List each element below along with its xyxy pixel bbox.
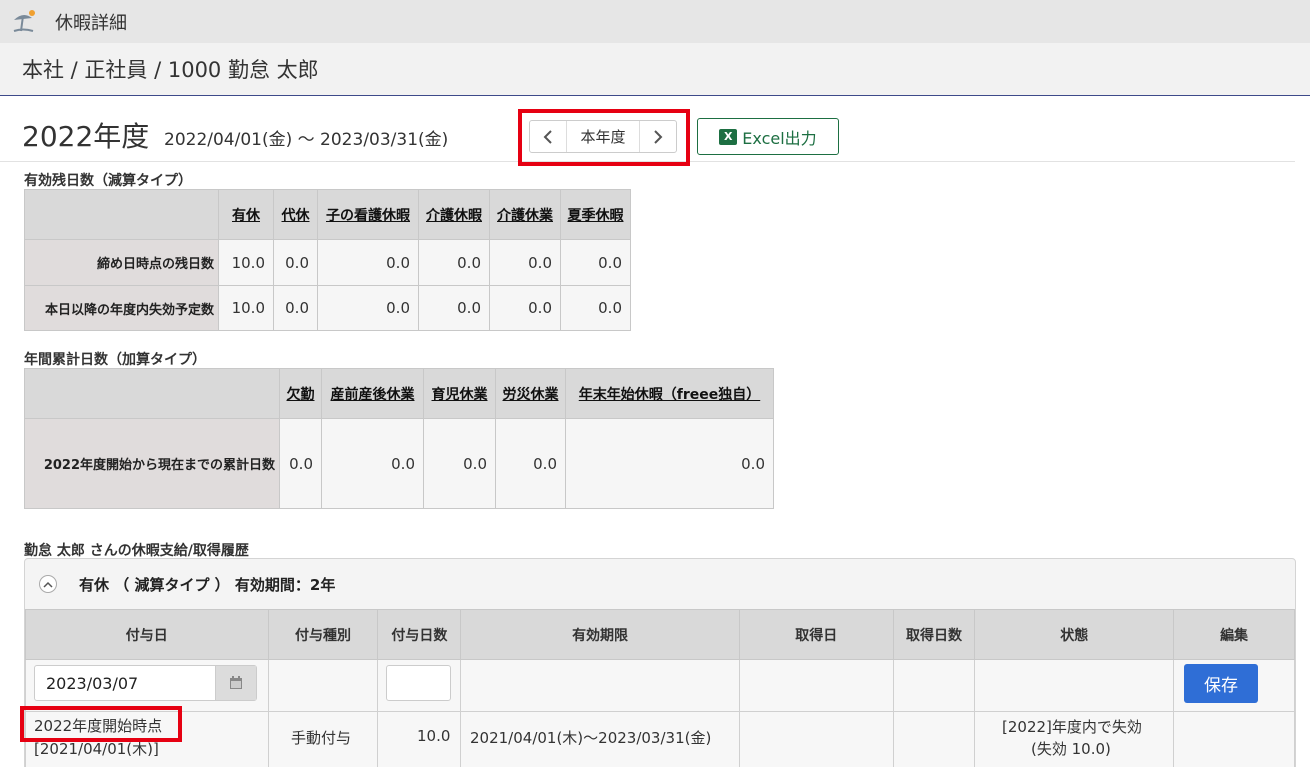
col-header: 取得日 [738,609,894,660]
grant-days-input[interactable] [386,665,451,701]
col-header[interactable]: 介護休暇 [418,189,490,240]
col-header: 付与種別 [267,609,379,660]
col-header[interactable]: 代休 [273,189,318,240]
col-header[interactable]: 年末年始休暇（freee独自） [565,368,774,419]
fiscal-year-title: 2022年度 [22,120,150,153]
cumulative-corner [24,368,280,419]
history-group-title: 有休 （ 減算タイプ ） 有効期間：2年 [79,575,336,594]
row-header: 2022年度開始から現在までの累計日数 [24,418,280,509]
cell-value: 0.0 [560,239,631,286]
cumulative-table: 欠勤 産前産後休業 育児休業 労災休業 年末年始休暇（freee独自） 2022… [24,368,774,509]
history-group-header: 有休 （ 減算タイプ ） 有効期間：2年 [25,559,1295,609]
fiscal-period: 2022/04/01(金) ～ 2023/03/31(金) [164,130,449,150]
save-button[interactable]: 保存 [1184,664,1258,703]
chevron-up-icon[interactable] [39,575,57,593]
col-header[interactable]: 欠勤 [279,368,322,419]
cell-value: 0.0 [495,418,566,509]
deduction-corner [24,189,219,240]
cell-value: 0.0 [423,418,496,509]
cell-value: 10.0 [218,285,274,331]
chevron-right-icon [654,129,663,144]
col-header[interactable]: 育児休業 [423,368,496,419]
current-year-button[interactable]: 本年度 [566,121,640,152]
col-header: 付与日数 [377,609,462,660]
cell-value: 0.0 [279,418,322,509]
deduction-section-title: 有効残日数（減算タイプ） [24,173,192,189]
status-line1: [2022]年度内で失効 [1002,718,1142,736]
col-header[interactable]: 子の看護休暇 [317,189,419,240]
status-line2: (失効 10.0) [1031,740,1111,758]
col-header: 有効期限 [460,609,740,660]
excel-export-label: Excel出力 [742,128,817,148]
title-bar: 休暇詳細 [0,0,1310,43]
grant-date-value[interactable]: 2023/03/07 [35,666,215,700]
cell-value: 0.0 [489,285,561,331]
cell-value: 0.0 [273,285,318,331]
grant-date-highlight [20,706,182,742]
cell-value: 10.0 [218,239,274,286]
col-header[interactable]: 産前産後休業 [321,368,424,419]
col-header: 状態 [974,609,1175,660]
grant-date-input[interactable]: 2023/03/07 [34,665,257,701]
window-title: 休暇詳細 [55,12,127,34]
cell-value: 0.0 [418,285,490,331]
grant-days: 10.0 [417,727,451,745]
deduction-table: 有休 代休 子の看護休暇 介護休暇 介護休業 夏季休暇 締め日時点の残日数 10… [24,189,631,331]
col-header[interactable]: 夏季休暇 [560,189,631,240]
col-header: 付与日 [25,609,269,660]
col-header[interactable]: 有休 [218,189,274,240]
chevron-left-icon [543,129,552,144]
cell-value: 0.0 [317,239,419,286]
grant-type: 手動付与 [291,729,352,747]
breadcrumb: 本社 / 正社員 / 1000 勤怠 太郎 [22,58,319,82]
col-header: 編集 [1173,609,1295,660]
excel-icon: X [719,128,738,145]
cell-value: 0.0 [560,285,631,331]
beach-umbrella-icon [11,9,37,35]
col-header[interactable]: 労災休業 [495,368,566,419]
excel-export-button[interactable]: X Excel出力 [697,118,839,155]
expiry-period: 2021/04/01(木)～2023/03/31(金) [470,729,712,747]
cell-value: 0.0 [273,239,318,286]
cell-value: 0.0 [321,418,424,509]
row-header: 本日以降の年度内失効予定数 [24,285,219,331]
cumulative-section-title: 年間累計日数（加算タイプ） [24,352,206,368]
year-navigator: 本年度 [529,120,677,153]
calendar-icon[interactable] [215,666,256,700]
row-header: 締め日時点の残日数 [24,239,219,286]
cell-value: 0.0 [489,239,561,286]
cell-value: 0.0 [418,239,490,286]
next-year-button[interactable] [640,121,676,152]
cell-value: 0.0 [317,285,419,331]
cell-value: 0.0 [565,418,774,509]
col-header: 取得日数 [892,609,976,660]
breadcrumb-bar: 本社 / 正社員 / 1000 勤怠 太郎 [0,43,1310,96]
prev-year-button[interactable] [530,121,566,152]
col-header[interactable]: 介護休業 [489,189,561,240]
history-section-title: 勤怠 太郎 さんの休暇支給/取得履歴 [24,543,249,559]
